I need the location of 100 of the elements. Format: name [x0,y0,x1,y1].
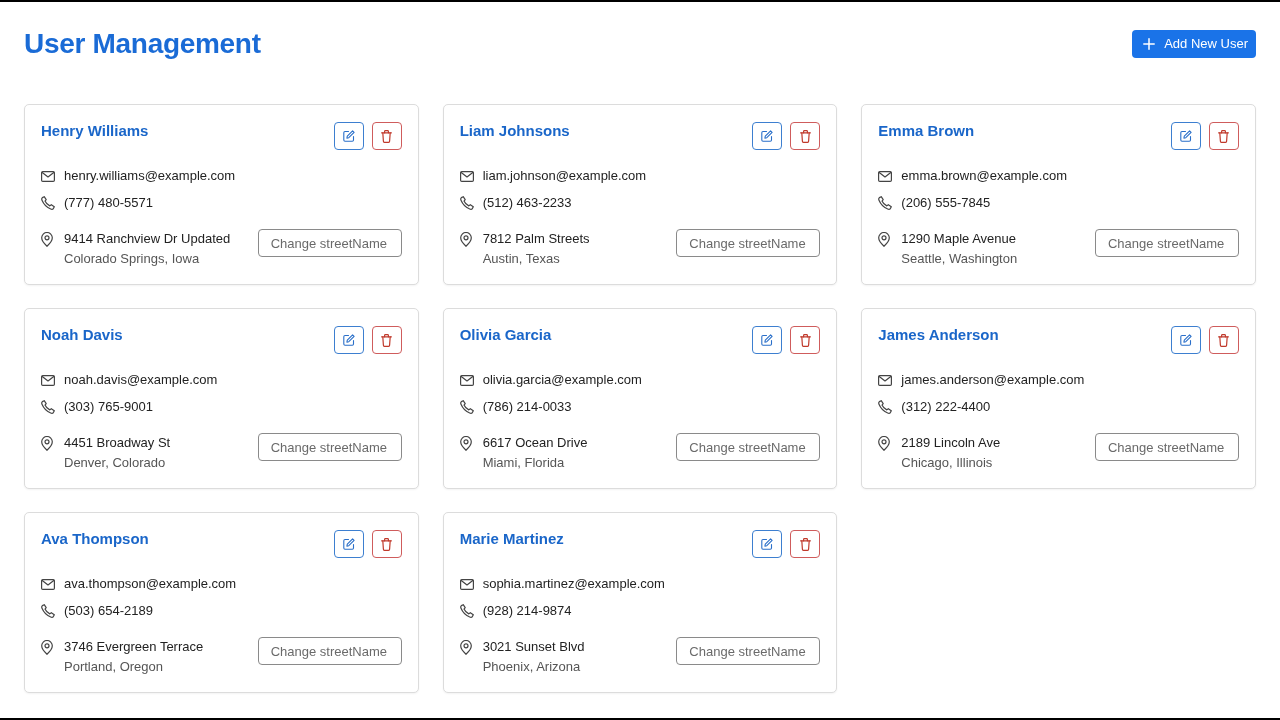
delete-button[interactable] [790,122,821,150]
phone-icon [41,604,55,618]
map-pin-icon [459,639,472,655]
street-name-input[interactable]: Change streetName [676,433,821,461]
street-name-input[interactable]: Change streetName [1095,229,1239,257]
email-text: james.anderson@example.com [901,371,1085,390]
delete-button[interactable] [790,326,821,354]
city-state: Denver, Colorado [64,454,167,472]
trash-icon [1218,129,1230,143]
phone-text: (928) 214-9874 [482,602,572,621]
trash-icon [1218,333,1230,347]
street-address: 4451 Broadway St [64,434,171,452]
edit-icon [342,130,355,142]
edit-icon [761,334,774,346]
delete-button[interactable] [1209,122,1239,150]
user-name: Olivia Garcia [459,325,552,345]
phone-icon [41,400,55,414]
envelope-icon [878,170,893,182]
map-pin-icon [878,435,891,451]
street-name-input[interactable]: Change streetName [257,433,402,461]
city-state: Chicago, Illinois [901,454,994,472]
city-state: Colorado Springs, Iowa [64,250,201,268]
street-name-input[interactable]: Change streetName [257,637,402,665]
edit-button[interactable] [1171,326,1201,354]
delete-button[interactable] [371,326,402,354]
delete-button[interactable] [1209,326,1239,354]
email-text: sophia.martinez@example.com [482,575,665,594]
phone-text: (786) 214-0033 [482,398,572,417]
phone-text: (503) 654-2189 [64,602,153,621]
edit-icon [761,538,774,550]
phone-text: (777) 480-5571 [64,194,153,213]
plus-icon [1143,38,1156,50]
map-pin-icon [41,231,53,247]
edit-icon [342,334,355,346]
phone-icon [41,196,55,210]
street-address: 1290 Maple Avenue [901,230,1018,248]
trash-icon [799,129,811,143]
edit-icon [342,538,355,550]
map-pin-icon [41,639,53,655]
street-name-input[interactable]: Change streetName [257,229,402,257]
add-user-button[interactable]: Add New User [1132,30,1256,58]
street-name-input[interactable]: Change streetName [676,637,821,665]
envelope-icon [41,170,55,182]
phone-icon [878,400,893,414]
street-address: 2189 Lincoln Ave [901,434,1001,452]
street-name-input[interactable]: Change streetName [1095,433,1239,461]
street-address: 6617 Ocean Drive [482,434,588,452]
map-pin-icon [878,231,891,247]
edit-icon [1180,334,1192,346]
edit-button[interactable] [333,326,364,354]
city-state: Portland, Oregon [64,658,164,676]
phone-text: (303) 765-9001 [64,398,153,417]
phone-icon [459,196,474,210]
email-text: noah.davis@example.com [64,371,218,390]
trash-icon [799,333,811,347]
trash-icon [799,537,811,551]
edit-button[interactable] [1171,122,1201,150]
page-title: User Management [24,27,261,61]
user-name: Noah Davis [41,325,123,345]
street-address: 3021 Sunset Blvd [482,638,585,656]
phone-icon [459,400,474,414]
edit-button[interactable] [333,530,364,558]
edit-button[interactable] [752,122,783,150]
street-address: 9414 Ranchview Dr Updated [64,230,231,248]
edit-button[interactable] [752,530,783,558]
envelope-icon [41,374,55,386]
delete-button[interactable] [371,122,402,150]
user-name: Marie Martinez [459,529,564,549]
email-text: ava.thompson@example.com [64,575,237,594]
map-pin-icon [459,435,472,451]
user-name: Henry Williams [41,121,149,141]
user-name: James Anderson [878,325,999,345]
email-text: henry.williams@example.com [64,167,236,186]
edit-button[interactable] [333,122,364,150]
user-name: Ava Thompson [41,529,149,549]
envelope-icon [459,578,474,590]
envelope-icon [41,578,55,590]
delete-button[interactable] [371,530,402,558]
trash-icon [381,129,393,143]
phone-text: (512) 463-2233 [482,194,572,213]
edit-button[interactable] [752,326,783,354]
user-name: Emma Brown [878,121,975,141]
phone-text: (312) 222-4400 [901,398,991,417]
city-state: Phoenix, Arizona [482,658,582,676]
phone-icon [878,196,893,210]
city-state: Austin, Texas [482,250,561,268]
email-text: emma.brown@example.com [901,167,1067,186]
phone-icon [459,604,474,618]
map-pin-icon [41,435,53,451]
city-state: Miami, Florida [482,454,566,472]
edit-icon [761,130,774,142]
street-address: 3746 Evergreen Terrace [64,638,204,656]
street-name-input[interactable]: Change streetName [676,229,821,257]
email-text: liam.johnson@example.com [482,167,647,186]
user-name: Liam Johnsons [459,121,570,141]
envelope-icon [459,170,474,182]
delete-button[interactable] [790,530,821,558]
street-address: 7812 Palm Streets [482,230,590,248]
phone-text: (206) 555-7845 [901,194,991,213]
map-pin-icon [459,231,472,247]
